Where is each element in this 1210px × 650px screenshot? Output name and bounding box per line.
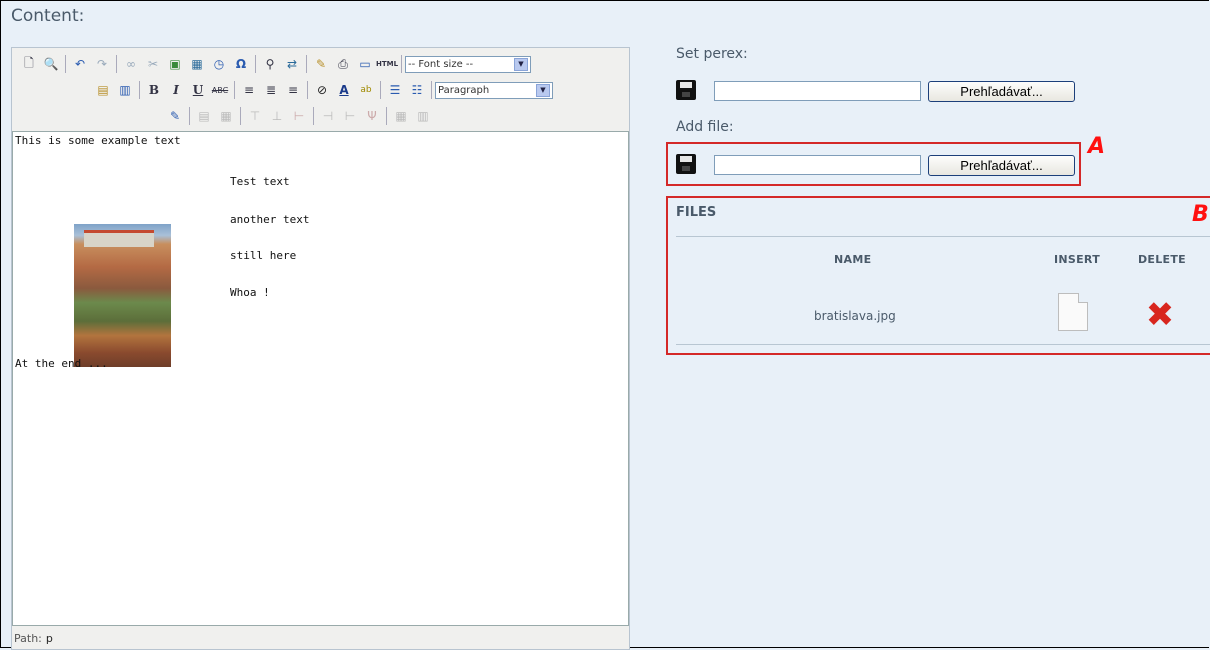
add-file-input[interactable] bbox=[714, 155, 921, 175]
bullet-list-icon[interactable]: ☰ bbox=[385, 80, 405, 100]
print-icon[interactable]: ⎙ bbox=[333, 54, 353, 74]
toolbar-separator bbox=[234, 81, 235, 99]
media-icon[interactable]: ▦ bbox=[187, 54, 207, 74]
align-left-icon[interactable]: ≡ bbox=[239, 80, 259, 100]
editor-status-path: Path: p bbox=[12, 627, 629, 649]
file-name: bratislava.jpg bbox=[814, 309, 896, 323]
italic-icon[interactable]: I bbox=[166, 80, 186, 100]
bratislava-photo bbox=[74, 224, 171, 367]
add-file-label: Add file: bbox=[676, 119, 734, 135]
special-char-icon[interactable]: Ω bbox=[231, 54, 251, 74]
toolbar-separator bbox=[139, 81, 140, 99]
content-label: Content: bbox=[11, 6, 85, 26]
chevron-down-icon: ▼ bbox=[536, 83, 550, 97]
split-cells-icon[interactable]: ▦ bbox=[391, 106, 411, 126]
insert-document-icon[interactable] bbox=[1058, 293, 1088, 331]
preview-icon[interactable]: 🔍 bbox=[41, 54, 61, 74]
toolbar-row-1: 🗋 🔍 ↶ ↷ ∞ ✂ ▣ ▦ ◷ Ω ⚲ ⇄ ✎ ⎙ ▭ HTML -- Fo… bbox=[18, 52, 531, 76]
perex-file-input[interactable] bbox=[714, 81, 921, 101]
redo-icon[interactable]: ↷ bbox=[92, 54, 112, 74]
set-perex-label: Set perex: bbox=[676, 46, 748, 62]
format-select[interactable]: Paragraph ▼ bbox=[435, 81, 553, 99]
annotation-label-a: A bbox=[1088, 134, 1106, 159]
chevron-down-icon: ▼ bbox=[514, 57, 528, 71]
toolbar-separator bbox=[401, 55, 402, 73]
add-file-browse-button[interactable]: Prehľadávať... bbox=[928, 155, 1075, 176]
column-header-insert: INSERT bbox=[1054, 253, 1101, 266]
toolbar-separator bbox=[431, 81, 432, 99]
link-icon[interactable]: ∞ bbox=[121, 54, 141, 74]
new-document-icon[interactable]: 🗋 bbox=[19, 54, 39, 74]
divider bbox=[676, 236, 1210, 237]
toolbar-row-3: ✎ ▤ ▦ ⊤ ⊥ ⊢ ⊣ ⊢ Ψ ▦ ▥ bbox=[164, 104, 434, 128]
annotation-box-b bbox=[666, 196, 1210, 355]
insert-col-after-icon[interactable]: ⊢ bbox=[340, 106, 360, 126]
insert-row-before-icon[interactable]: ⊤ bbox=[245, 106, 265, 126]
editor-toolbar: 🗋 🔍 ↶ ↷ ∞ ✂ ▣ ▦ ◷ Ω ⚲ ⇄ ✎ ⎙ ▭ HTML -- Fo… bbox=[12, 48, 629, 131]
format-select-value: Paragraph bbox=[438, 84, 490, 96]
paste-word-icon[interactable]: ▥ bbox=[115, 80, 135, 100]
column-header-name: NAME bbox=[834, 253, 872, 266]
edit-table-icon[interactable]: ✎ bbox=[165, 106, 185, 126]
strikethrough-icon[interactable]: ABC bbox=[210, 80, 230, 100]
editor-text-line: At the end ... bbox=[15, 357, 108, 370]
toolbar-separator bbox=[386, 107, 387, 125]
insert-row-after-icon[interactable]: ⊥ bbox=[267, 106, 287, 126]
editor-text-line: This is some example text bbox=[15, 134, 181, 147]
toolbar-separator bbox=[116, 55, 117, 73]
underline-icon[interactable]: U bbox=[188, 80, 208, 100]
highlight-color-icon[interactable]: ab bbox=[356, 80, 376, 100]
path-label: Path: bbox=[14, 631, 42, 645]
image-icon[interactable]: ▣ bbox=[165, 54, 185, 74]
numbered-list-icon[interactable]: ☷ bbox=[407, 80, 427, 100]
undo-icon[interactable]: ↶ bbox=[70, 54, 90, 74]
find-icon[interactable]: ⚲ bbox=[260, 54, 280, 74]
text-color-icon[interactable]: A bbox=[334, 80, 354, 100]
unlink-icon[interactable]: ✂ bbox=[143, 54, 163, 74]
fullscreen-icon[interactable]: ▭ bbox=[355, 54, 375, 74]
delete-col-icon[interactable]: Ψ bbox=[362, 106, 382, 126]
font-size-select-value: -- Font size -- bbox=[408, 58, 474, 70]
clock-icon[interactable]: ◷ bbox=[209, 54, 229, 74]
html-source-icon[interactable]: HTML bbox=[376, 54, 398, 74]
row-props-icon[interactable]: ▤ bbox=[194, 106, 214, 126]
column-header-delete: DELETE bbox=[1138, 253, 1186, 266]
cleanup-icon[interactable]: ✎ bbox=[311, 54, 331, 74]
files-heading: FILES bbox=[676, 205, 717, 220]
toolbar-separator bbox=[380, 81, 381, 99]
perex-browse-button[interactable]: Prehľadávať... bbox=[928, 81, 1075, 102]
divider bbox=[676, 344, 1210, 345]
toolbar-separator bbox=[307, 81, 308, 99]
editor-text-line: another text bbox=[230, 213, 310, 226]
floppy-disk-icon bbox=[676, 80, 696, 100]
replace-icon[interactable]: ⇄ bbox=[282, 54, 302, 74]
toolbar-separator bbox=[255, 55, 256, 73]
merge-cells-icon[interactable]: ▥ bbox=[413, 106, 433, 126]
floppy-disk-icon bbox=[676, 154, 696, 174]
font-size-select[interactable]: -- Font size -- ▼ bbox=[405, 55, 531, 73]
bold-icon[interactable]: B bbox=[144, 80, 164, 100]
rich-text-editor: 🗋 🔍 ↶ ↷ ∞ ✂ ▣ ▦ ◷ Ω ⚲ ⇄ ✎ ⎙ ▭ HTML -- Fo… bbox=[11, 47, 630, 650]
editor-text-line: still here bbox=[230, 249, 297, 262]
path-value[interactable]: p bbox=[46, 632, 53, 645]
toolbar-row-2: ▤ ▥ B I U ABC ≡ ≣ ≡ ⊘ A ab ☰ ☷ Paragraph… bbox=[92, 78, 553, 102]
toolbar-separator bbox=[240, 107, 241, 125]
toolbar-separator bbox=[313, 107, 314, 125]
paste-text-icon[interactable]: ▤ bbox=[93, 80, 113, 100]
delete-x-icon[interactable]: ✖ bbox=[1143, 298, 1177, 332]
align-center-icon[interactable]: ≣ bbox=[261, 80, 281, 100]
align-right-icon[interactable]: ≡ bbox=[283, 80, 303, 100]
editor-content-area[interactable]: This is some example text Test text anot… bbox=[12, 131, 629, 626]
cell-props-icon[interactable]: ▦ bbox=[216, 106, 236, 126]
toolbar-separator bbox=[65, 55, 66, 73]
annotation-label-b: B bbox=[1192, 202, 1209, 227]
toolbar-separator bbox=[189, 107, 190, 125]
editor-text-line: Whoa ! bbox=[230, 286, 270, 299]
toolbar-separator bbox=[306, 55, 307, 73]
flash-icon[interactable]: ⊘ bbox=[312, 80, 332, 100]
delete-row-icon[interactable]: ⊢ bbox=[289, 106, 309, 126]
editor-text-line: Test text bbox=[230, 175, 290, 188]
insert-col-before-icon[interactable]: ⊣ bbox=[318, 106, 338, 126]
